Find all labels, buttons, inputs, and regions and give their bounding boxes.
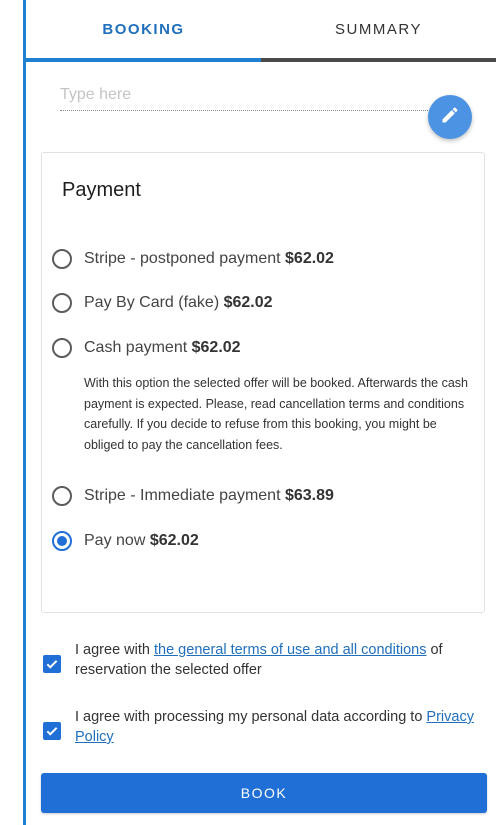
radio-button[interactable] [52,293,72,313]
terms-checkbox[interactable] [43,655,61,673]
radio-button[interactable] [52,338,72,358]
terms-text: I agree with the general terms of use an… [75,642,443,678]
pencil-icon [440,105,460,130]
radio-button-selected[interactable] [52,531,72,551]
book-button[interactable]: BOOK [41,773,487,813]
booking-panel: BOOKING SUMMARY Payment Stripe - postpon… [23,0,496,825]
tab-bar: BOOKING SUMMARY [26,0,496,62]
option-label: Cash payment $62.02 [84,339,241,356]
option-label: Stripe - Immediate payment $63.89 [84,487,334,504]
note-input[interactable] [60,80,450,111]
privacy-checkbox[interactable] [43,722,61,740]
privacy-text: I agree with processing my personal data… [75,709,474,745]
tab-summary[interactable]: SUMMARY [261,0,496,58]
payment-option-stripe-immediate[interactable]: Stripe - Immediate payment $63.89 [52,486,334,506]
payment-option-stripe-postponed[interactable]: Stripe - postponed payment $62.02 [52,249,334,269]
payment-card: Payment Stripe - postponed payment $62.0… [41,152,485,613]
privacy-agreement: I agree with processing my personal data… [43,707,485,747]
radio-button[interactable] [52,249,72,269]
edit-button[interactable] [428,95,472,139]
payment-option-pay-by-card[interactable]: Pay By Card (fake) $62.02 [52,293,273,313]
payment-option-cash[interactable]: Cash payment $62.02 [52,338,241,358]
tab-booking[interactable]: BOOKING [26,0,261,62]
note-field [60,80,450,114]
payment-option-pay-now[interactable]: Pay now $62.02 [52,531,199,551]
checkmark-icon [46,660,58,669]
terms-agreement: I agree with the general terms of use an… [43,640,485,680]
option-label: Pay now $62.02 [84,532,199,549]
cash-payment-description: With this option the selected offer will… [84,376,469,452]
option-label: Stripe - postponed payment $62.02 [84,250,334,267]
checkmark-icon [46,727,58,736]
radio-button[interactable] [52,486,72,506]
terms-link[interactable]: the general terms of use and all conditi… [154,642,426,658]
option-label: Pay By Card (fake) $62.02 [84,294,273,311]
payment-title: Payment [62,179,141,201]
